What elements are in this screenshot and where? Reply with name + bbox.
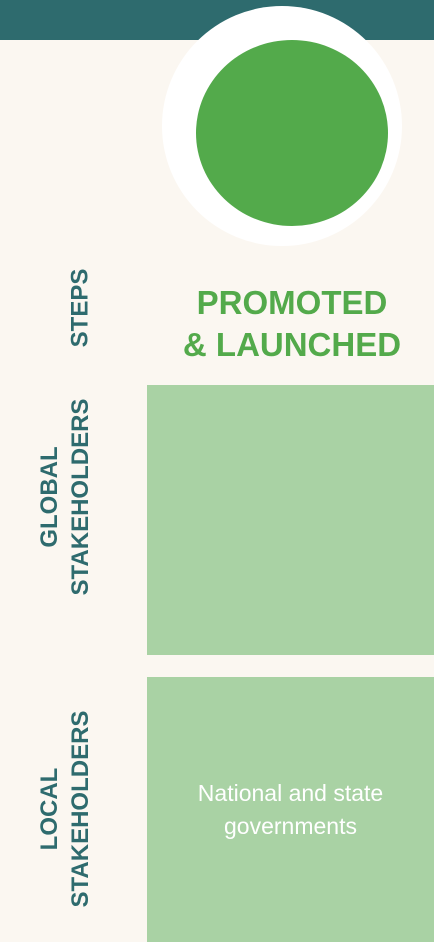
local-stakeholders-box: National and state governments	[147, 677, 434, 942]
row-label-global-line1: GLOBAL	[36, 446, 63, 548]
row-label-steps-text: STEPS	[66, 268, 94, 348]
local-stakeholders-text-line1: National and state	[197, 780, 384, 806]
step-title: PROMOTED & LAUNCHED	[150, 282, 434, 366]
row-label-steps: STEPS	[65, 269, 96, 348]
row-label-local-stakeholders: LOCAL STAKEHOLDERS	[34, 711, 96, 908]
local-stakeholders-text-line2: governments	[224, 813, 357, 839]
row-label-local-line2: STAKEHOLDERS	[67, 710, 94, 908]
local-stakeholders-text: National and state governments	[147, 777, 434, 843]
row-label-global-line2: STAKEHOLDERS	[67, 398, 94, 596]
row-label-global-stakeholders: GLOBAL STAKEHOLDERS	[34, 399, 96, 596]
step-title-line2: & LAUNCHED	[182, 326, 402, 363]
step-title-line1: PROMOTED	[196, 284, 388, 321]
global-stakeholders-box	[147, 385, 434, 655]
step-marker-circle	[196, 40, 388, 226]
row-label-local-line1: LOCAL	[36, 767, 63, 851]
